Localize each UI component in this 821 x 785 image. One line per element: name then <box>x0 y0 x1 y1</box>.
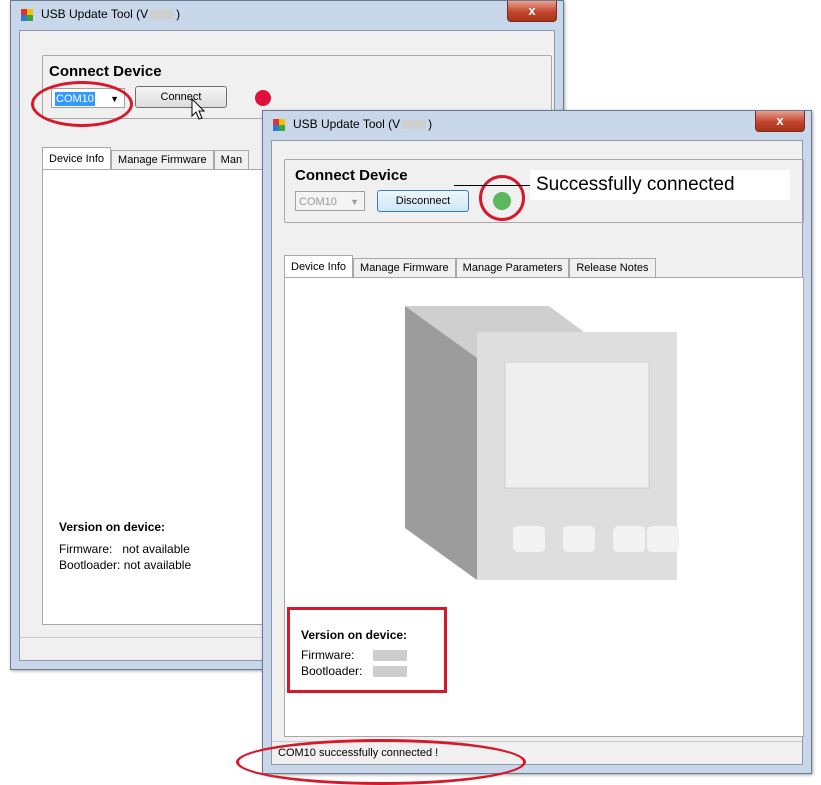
callout-label: Successfully connected <box>536 174 735 195</box>
group-title: Connect Device <box>49 63 162 80</box>
disconnect-button[interactable]: Disconnect <box>377 190 469 212</box>
back-titlebar[interactable]: USB Update Tool (V) x <box>11 1 563 29</box>
status-highlight <box>236 739 526 785</box>
tab-device-info[interactable]: Device Info <box>284 255 354 278</box>
group-title: Connect Device <box>295 167 408 184</box>
front-titlebar[interactable]: USB Update Tool (V) x <box>263 111 811 139</box>
close-button[interactable]: x <box>755 111 805 132</box>
tab-manage-parameters[interactable]: Man <box>213 150 250 170</box>
tab-device-info[interactable]: Device Info <box>42 147 112 170</box>
connect-button[interactable]: Connect <box>135 86 227 108</box>
bootloader-row: Bootloader: not available <box>59 558 192 572</box>
led-highlight <box>479 175 525 221</box>
version-title: Version on device: <box>59 520 166 534</box>
firmware-row: Firmware: not available <box>59 542 190 556</box>
tab-manage-parameters[interactable]: Manage Parameters <box>455 258 570 278</box>
com-port-select[interactable]: COM10 ▼ <box>295 191 365 211</box>
version-placeholder <box>402 120 427 130</box>
front-tab-strip: Device Info Manage Firmware Manage Param… <box>284 255 656 278</box>
close-button[interactable]: x <box>507 1 557 22</box>
chevron-down-icon: ▼ <box>350 197 359 207</box>
app-icon <box>21 9 33 21</box>
app-icon <box>273 119 285 131</box>
cursor-icon <box>191 98 206 120</box>
front-window: USB Update Tool (V) x Connect Device COM… <box>262 110 812 774</box>
tab-manage-firmware[interactable]: Manage Firmware <box>353 258 456 278</box>
tab-release-notes[interactable]: Release Notes <box>569 258 656 278</box>
com-port-highlight <box>31 81 133 127</box>
window-title: USB Update Tool (V) <box>41 7 181 21</box>
back-tab-strip: Device Info Manage Firmware Man <box>42 147 250 170</box>
version-placeholder <box>150 10 175 20</box>
version-highlight <box>287 607 447 693</box>
device-image <box>405 306 679 580</box>
window-title: USB Update Tool (V) <box>293 117 433 131</box>
status-led <box>255 90 271 106</box>
tab-manage-firmware[interactable]: Manage Firmware <box>111 150 214 170</box>
